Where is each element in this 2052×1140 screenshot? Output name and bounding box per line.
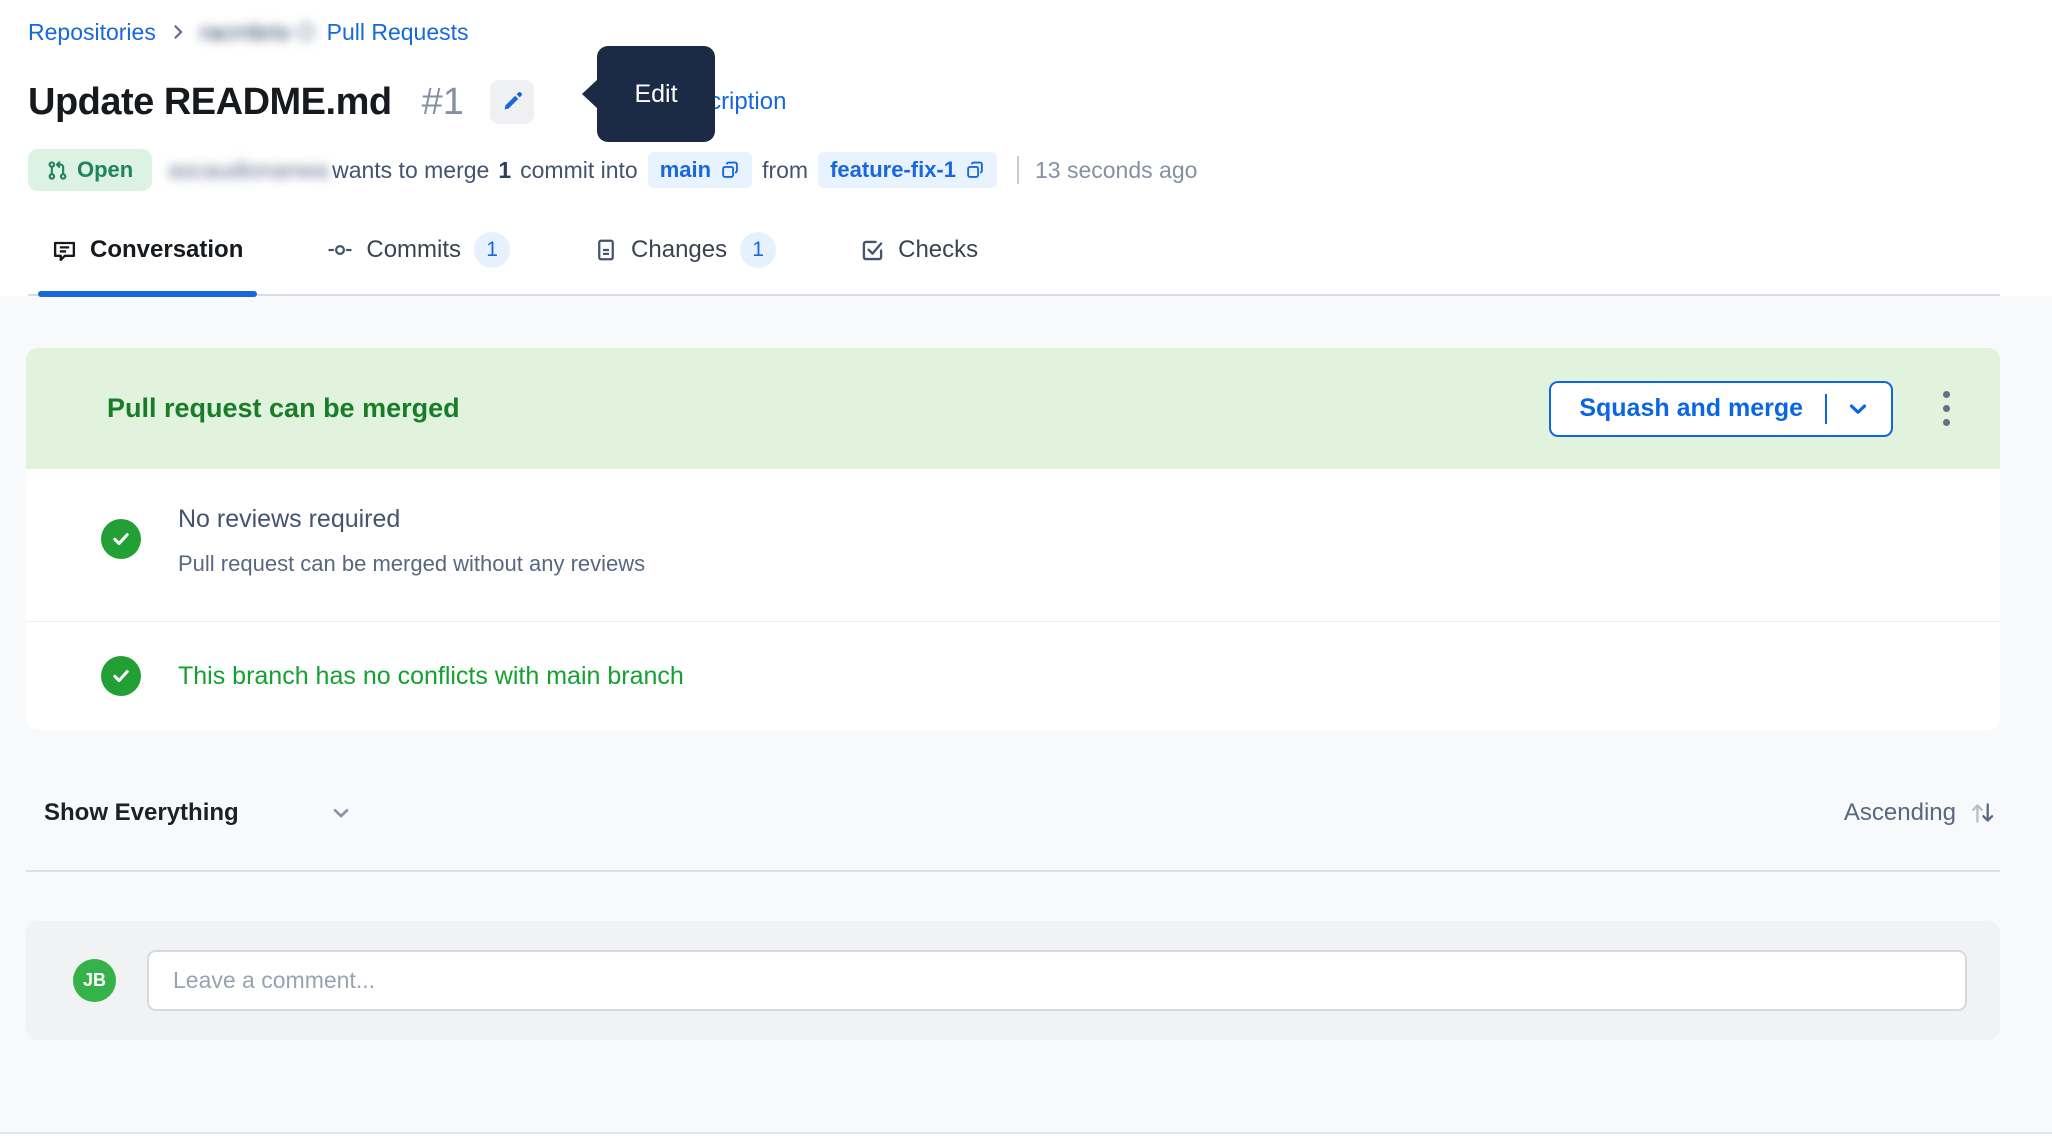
status-badge: Open [28, 149, 152, 191]
tab-checks[interactable]: Checks [846, 232, 992, 294]
checklist-icon [860, 238, 885, 263]
breadcrumb-repo-redacted[interactable]: racrnbrio [200, 19, 315, 46]
sort-order-toggle[interactable]: Ascending [1844, 797, 1998, 829]
edit-tooltip-label: Edit [634, 80, 677, 109]
conversation-panel: Pull request can be merged Squash and me… [0, 296, 2052, 1134]
check-circle-icon [101, 519, 141, 559]
tooltip-arrow [582, 79, 598, 109]
chevron-down-icon[interactable] [1845, 396, 1871, 422]
breadcrumb-repositories-link[interactable]: Repositories [28, 19, 156, 46]
breadcrumb: Repositories racrnbrio Pull Requests [28, 16, 2000, 48]
check-title: No reviews required [178, 505, 1960, 534]
active-tab-underline [38, 291, 257, 297]
check-subtitle: Pull request can be merged without any r… [178, 551, 1960, 577]
comment-input[interactable] [147, 950, 1967, 1011]
tab-label: Commits [366, 236, 461, 264]
tab-count-badge: 1 [740, 232, 776, 268]
pull-request-icon [47, 160, 68, 181]
tab-count-badge: 1 [474, 232, 510, 268]
chevron-right-icon [168, 22, 188, 42]
source-branch-chip[interactable]: feature-fix-1 [818, 152, 997, 188]
section-divider [26, 870, 2000, 872]
merge-banner: Pull request can be merged Squash and me… [26, 348, 2000, 469]
merge-sentence-2: commit into [520, 157, 638, 184]
pr-header: Repositories racrnbrio Pull Requests Upd… [0, 0, 2052, 296]
show-everything-dropdown[interactable]: Show Everything [44, 799, 353, 827]
button-separator [1825, 394, 1827, 424]
tab-label: Checks [898, 236, 978, 264]
merge-actions: Squash and merge [1549, 381, 1956, 437]
tab-label: Conversation [90, 236, 243, 264]
breadcrumb-pull-requests-link[interactable]: Pull Requests [327, 19, 469, 46]
edit-title-button[interactable] [490, 80, 534, 124]
author-name-redacted: ascaudionanwa [168, 157, 328, 184]
target-branch-chip[interactable]: main [648, 152, 752, 188]
avatar: JB [73, 959, 116, 1002]
sort-arrows-icon [1966, 797, 1998, 829]
check-row-conflicts: This branch has no conflicts with main b… [26, 622, 2000, 730]
check-title: This branch has no conflicts with main b… [178, 662, 684, 691]
pencil-icon [501, 91, 523, 113]
tab-bar: Conversation Commits 1 Changes [28, 232, 2000, 296]
activity-controls: Show Everything Ascending [26, 794, 2000, 832]
timestamp: 13 seconds ago [1035, 157, 1197, 184]
chevron-down-icon [329, 801, 353, 825]
chat-bubble-icon [52, 238, 77, 263]
kebab-menu-icon[interactable] [1937, 385, 1956, 432]
tab-commits[interactable]: Commits 1 [313, 232, 524, 294]
tab-conversation[interactable]: Conversation [38, 232, 257, 294]
title-row: Update README.md #1 Add description Edit [28, 72, 2000, 132]
squash-and-merge-button[interactable]: Squash and merge [1549, 381, 1893, 437]
comment-composer: JB [26, 921, 2000, 1040]
page-title: Update README.md [28, 81, 392, 124]
tab-label: Changes [631, 236, 727, 264]
check-circle-icon [101, 656, 141, 696]
tab-changes[interactable]: Changes 1 [580, 232, 790, 294]
copy-icon[interactable] [720, 160, 740, 180]
file-icon [594, 238, 618, 262]
edit-tooltip: Edit [597, 46, 715, 142]
merge-sentence-3: from [762, 157, 808, 184]
meta-divider [1017, 156, 1019, 184]
lozenge-icon [295, 22, 315, 42]
commit-icon [327, 237, 353, 263]
merge-banner-title: Pull request can be merged [107, 393, 460, 424]
pr-meta-row: Open ascaudionanwa wants to merge 1 comm… [28, 148, 2000, 192]
copy-icon[interactable] [965, 160, 985, 180]
commit-count: 1 [498, 157, 511, 184]
check-row-reviews: No reviews required Pull request can be … [26, 469, 2000, 621]
merge-status-card: Pull request can be merged Squash and me… [26, 348, 2000, 730]
pr-number: #1 [422, 81, 464, 124]
pull-request-page: Repositories racrnbrio Pull Requests Upd… [0, 0, 2052, 1140]
status-badge-label: Open [77, 157, 133, 183]
merge-sentence-1: wants to merge [332, 157, 489, 184]
